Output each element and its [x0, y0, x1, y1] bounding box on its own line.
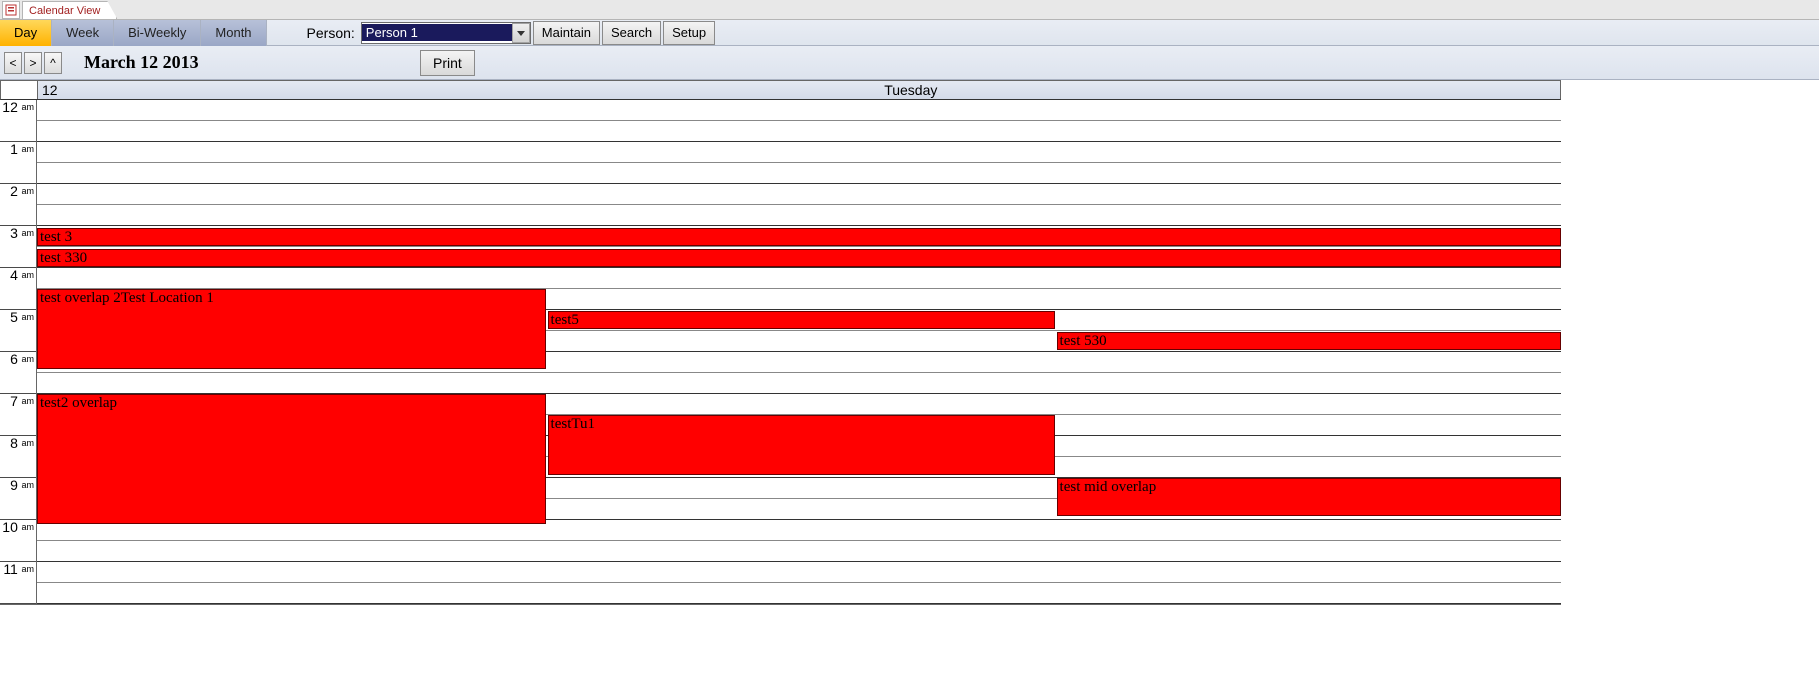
- calendar-event[interactable]: test 530: [1057, 332, 1561, 350]
- hour-label: 1 am: [0, 142, 36, 184]
- time-gutter-header: [1, 81, 38, 99]
- calendar-event[interactable]: test 330: [37, 249, 1561, 267]
- person-dropdown-button[interactable]: [512, 23, 530, 43]
- hour-label: 4 am: [0, 268, 36, 310]
- print-button[interactable]: Print: [420, 50, 475, 76]
- timeslot[interactable]: [37, 163, 1561, 184]
- day-column[interactable]: test 3 test 330 test overlap 2Test Locatio…: [37, 100, 1561, 604]
- hour-label: 10 am: [0, 520, 36, 562]
- nav-prev-button[interactable]: <: [4, 52, 22, 74]
- timeslot[interactable]: [37, 142, 1561, 163]
- timeslot[interactable]: [37, 184, 1561, 205]
- timeslot[interactable]: [37, 121, 1561, 142]
- main-toolbar: Day Week Bi-Weekly Month Person: Person …: [0, 20, 1819, 46]
- day-header-cell[interactable]: 12 Tuesday: [38, 81, 1560, 99]
- view-month-button[interactable]: Month: [201, 20, 266, 46]
- view-biweekly-button[interactable]: Bi-Weekly: [114, 20, 201, 46]
- timeslot[interactable]: [37, 205, 1561, 226]
- timeslot[interactable]: [37, 268, 1561, 289]
- calendar-event[interactable]: test overlap 2Test Location 1: [37, 289, 546, 369]
- timeslot[interactable]: [37, 100, 1561, 121]
- calendar-event[interactable]: test mid overlap: [1057, 478, 1561, 516]
- time-gutter: 12 am1 am2 am3 am4 am5 am6 am7 am8 am9 a…: [0, 100, 37, 604]
- hour-label: 11 am: [0, 562, 36, 604]
- tab-label: Calendar View: [29, 5, 100, 17]
- hour-label: 5 am: [0, 310, 36, 352]
- tab-calendar-view[interactable]: Calendar View: [22, 1, 117, 19]
- hour-label: 12 am: [0, 100, 36, 142]
- person-select-value: Person 1: [362, 24, 512, 41]
- calendar-event[interactable]: testTu1: [548, 415, 1055, 475]
- day-name: Tuesday: [62, 82, 1560, 98]
- hour-label: 9 am: [0, 478, 36, 520]
- calendar-event[interactable]: test 3: [37, 228, 1561, 246]
- hour-label: 8 am: [0, 436, 36, 478]
- calendar: 12 Tuesday 12 am1 am2 am3 am4 am5 am6 am…: [0, 80, 1561, 605]
- sub-toolbar: < > ^ March 12 2013 Print: [0, 46, 1819, 80]
- calendar-event[interactable]: test2 overlap: [37, 394, 546, 524]
- calendar-event[interactable]: test5: [548, 311, 1055, 329]
- day-header-row: 12 Tuesday: [0, 80, 1561, 100]
- timeslot[interactable]: [37, 583, 1561, 604]
- view-day-button[interactable]: Day: [0, 20, 52, 46]
- nav-next-button[interactable]: >: [24, 52, 42, 74]
- hour-label: 6 am: [0, 352, 36, 394]
- nav-up-button[interactable]: ^: [44, 52, 62, 74]
- hour-label: 7 am: [0, 394, 36, 436]
- person-select[interactable]: Person 1: [361, 22, 531, 44]
- hour-label: 3 am: [0, 226, 36, 268]
- maintain-button[interactable]: Maintain: [533, 21, 600, 45]
- search-button[interactable]: Search: [602, 21, 661, 45]
- hour-label: 2 am: [0, 184, 36, 226]
- calendar-grid: 12 am1 am2 am3 am4 am5 am6 am7 am8 am9 a…: [0, 100, 1561, 604]
- person-label: Person:: [307, 25, 361, 41]
- setup-button[interactable]: Setup: [663, 21, 715, 45]
- date-title: March 12 2013: [84, 52, 199, 73]
- timeslot[interactable]: [37, 373, 1561, 394]
- timeslot[interactable]: [37, 541, 1561, 562]
- chevron-down-icon: [517, 29, 525, 37]
- day-number: 12: [38, 82, 62, 98]
- timeslot[interactable]: [37, 562, 1561, 583]
- app-icon: [2, 1, 20, 19]
- view-week-button[interactable]: Week: [52, 20, 114, 46]
- tab-strip: Calendar View: [0, 0, 1819, 20]
